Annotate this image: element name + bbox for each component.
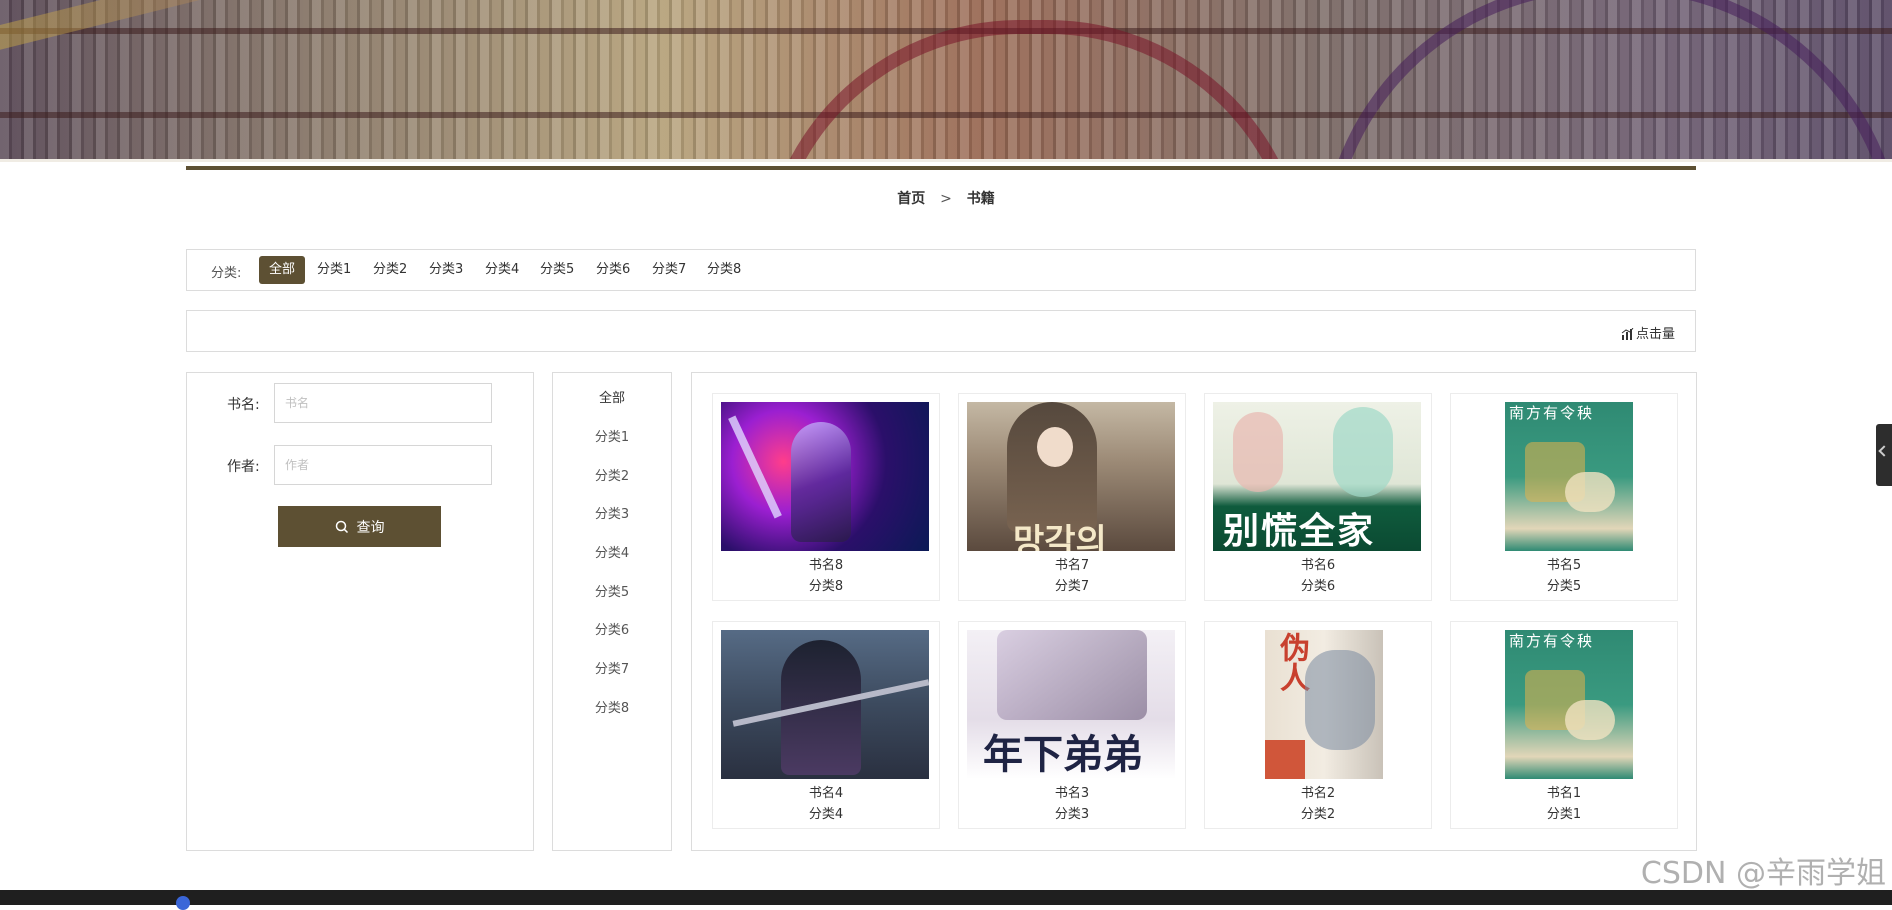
- search-icon: [335, 520, 348, 533]
- filter-chip-category-8[interactable]: 分类8: [697, 256, 751, 284]
- category-list: 全部 分类1 分类2 分类3 分类4 分类5 分类6 分类7 分类8: [552, 372, 672, 851]
- book-title[interactable]: 书名4: [713, 782, 939, 801]
- book-cover[interactable]: 망각의: [967, 402, 1175, 551]
- category-list-item-1[interactable]: 分类1: [553, 426, 671, 445]
- book-title[interactable]: 书名3: [959, 782, 1185, 801]
- filter-chip-category-2[interactable]: 分类2: [363, 256, 417, 284]
- book-card[interactable]: 南方有令秧 书名1 分类1: [1450, 621, 1678, 829]
- filter-chip-category-6[interactable]: 分类6: [586, 256, 640, 284]
- book-title[interactable]: 书名7: [959, 554, 1185, 573]
- book-cover[interactable]: 别慌全家: [1213, 402, 1421, 551]
- book-cover[interactable]: 南方有令秧: [1459, 630, 1667, 779]
- book-title[interactable]: 书名2: [1205, 782, 1431, 801]
- search-panel: 书名: 作者: 查询: [186, 372, 534, 851]
- book-grid: 书名8 分类8 망각의 书名7 分类7 别慌全家 书名6 分类6 南方有令秧 书…: [691, 372, 1697, 851]
- category-list-item-2[interactable]: 分类2: [553, 465, 671, 484]
- book-title[interactable]: 书名5: [1451, 554, 1677, 573]
- book-category: 分类6: [1300, 579, 1336, 594]
- chevron-left-icon: [1878, 445, 1890, 457]
- header-banner: [0, 0, 1892, 162]
- book-card[interactable]: 书名4 分类4: [712, 621, 940, 829]
- book-category: 分类4: [808, 807, 844, 822]
- breadcrumb-separator: >: [940, 191, 952, 207]
- sort-bar: 点击量: [186, 310, 1696, 352]
- filter-chip-category-3[interactable]: 分类3: [419, 256, 473, 284]
- query-button[interactable]: 查询: [278, 506, 441, 547]
- book-cover[interactable]: [721, 630, 929, 779]
- book-cover[interactable]: [721, 402, 929, 551]
- book-category: 分类3: [1054, 807, 1090, 822]
- filter-chip-category-7[interactable]: 分类7: [642, 256, 696, 284]
- bar-chart-icon: [1621, 327, 1634, 340]
- filter-chip-category-4[interactable]: 分类4: [475, 256, 529, 284]
- book-name-input[interactable]: [274, 383, 492, 423]
- query-button-label: 查询: [356, 519, 385, 536]
- filter-chip-all[interactable]: 全部: [259, 256, 306, 284]
- filter-label: 分类:: [211, 266, 242, 281]
- book-category: 分类1: [1546, 807, 1582, 822]
- sort-label: 点击量: [1635, 327, 1675, 342]
- book-cover-text: 망각의: [1013, 522, 1107, 551]
- book-cover[interactable]: 年下弟弟: [967, 630, 1175, 779]
- book-cover-text: 南方有令秧: [1509, 404, 1595, 422]
- book-card[interactable]: 망각의 书名7 分类7: [958, 393, 1186, 601]
- side-drawer-toggle[interactable]: [1876, 424, 1892, 486]
- book-card[interactable]: 别慌全家 书名6 分类6: [1204, 393, 1432, 601]
- breadcrumb: 首页 > 书籍: [0, 188, 1892, 208]
- book-category: 分类2: [1300, 807, 1336, 822]
- book-cover-text: 南方有令秧: [1509, 632, 1595, 650]
- book-card[interactable]: 书名8 分类8: [712, 393, 940, 601]
- category-list-item-4[interactable]: 分类4: [553, 542, 671, 561]
- category-list-item-3[interactable]: 分类3: [553, 503, 671, 522]
- author-input[interactable]: [274, 445, 492, 485]
- category-list-item-5[interactable]: 分类5: [553, 581, 671, 600]
- book-category: 分类5: [1546, 579, 1582, 594]
- breadcrumb-current: 书籍: [966, 191, 995, 207]
- book-title[interactable]: 书名6: [1205, 554, 1431, 573]
- breadcrumb-home[interactable]: 首页: [897, 191, 925, 207]
- category-list-item-8[interactable]: 分类8: [553, 697, 671, 716]
- filter-chip-category-1[interactable]: 分类1: [307, 256, 361, 284]
- watermark: CSDN @辛雨学姐: [1640, 856, 1886, 891]
- taskbar-app-icon[interactable]: [176, 896, 190, 910]
- category-list-item-all[interactable]: 全部: [553, 387, 671, 406]
- book-cover-text: 别慌全家: [1223, 511, 1376, 551]
- book-card[interactable]: 南方有令秧 书名5 分类5: [1450, 393, 1678, 601]
- author-label: 作者:: [227, 459, 260, 475]
- book-title[interactable]: 书名1: [1451, 782, 1677, 801]
- book-name-label: 书名:: [227, 397, 260, 413]
- banner-bottom-line: [0, 159, 1892, 162]
- filter-chip-category-5[interactable]: 分类5: [530, 256, 584, 284]
- category-filter-bar: 分类: 全部 分类1 分类2 分类3 分类4 分类5 分类6 分类7 分类8: [186, 249, 1696, 291]
- category-list-item-6[interactable]: 分类6: [553, 619, 671, 638]
- sort-by-clicks[interactable]: 点击量: [1621, 323, 1675, 342]
- book-cover-text: 年下弟弟: [983, 732, 1143, 778]
- book-cover[interactable]: 伪人: [1213, 630, 1421, 779]
- book-card[interactable]: 年下弟弟 书名3 分类3: [958, 621, 1186, 829]
- book-card[interactable]: 伪人 书名2 分类2: [1204, 621, 1432, 829]
- book-category: 分类7: [1054, 579, 1090, 594]
- category-list-item-7[interactable]: 分类7: [553, 658, 671, 677]
- book-cover[interactable]: 南方有令秧: [1459, 402, 1667, 551]
- book-category: 分类8: [808, 579, 844, 594]
- book-title[interactable]: 书名8: [713, 554, 939, 573]
- taskbar: [0, 890, 1892, 910]
- header-rule: [186, 166, 1696, 170]
